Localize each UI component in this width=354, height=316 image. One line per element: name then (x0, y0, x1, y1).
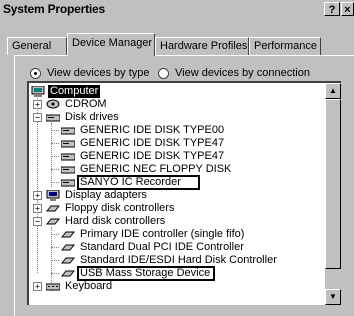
view-by-type-option[interactable]: View devices by type (30, 66, 150, 80)
tree-line (51, 260, 59, 262)
disk-drive-icon (46, 112, 60, 123)
tab-performance[interactable]: Performance (249, 37, 321, 55)
tree-line (51, 143, 59, 145)
view-by-connection-label: View devices by connection (175, 67, 310, 79)
tree-line (51, 234, 59, 236)
collapse-icon[interactable]: − (33, 217, 42, 226)
tab-device-manager[interactable]: Device Manager (67, 33, 155, 56)
controller-icon (61, 229, 75, 240)
tree-item-label: Display adapters (65, 189, 147, 201)
expand-icon[interactable]: + (33, 100, 42, 109)
cdrom-icon (46, 99, 60, 110)
tab-general[interactable]: General (7, 37, 67, 55)
disk-drive-icon (61, 177, 75, 188)
device-tree[interactable]: Computer + CDROM − Disk drives GENERIC I… (27, 81, 341, 305)
vertical-scrollbar[interactable]: ▲ ▼ (325, 83, 341, 305)
scroll-up-arrow-icon[interactable]: ▲ (325, 83, 341, 99)
disk-drive-icon (61, 138, 75, 149)
disk-drive-icon (61, 151, 75, 162)
tree-item-label: Hard disk controllers (65, 215, 166, 227)
tree-item-label: Standard Dual PCI IDE Controller (80, 241, 244, 253)
tree-item-controller[interactable]: Standard Dual PCI IDE Controller (61, 241, 246, 254)
window-title: System Properties (3, 2, 105, 16)
disk-drive-icon (61, 164, 75, 175)
scroll-down-arrow-icon[interactable]: ▼ (325, 289, 341, 305)
expand-icon[interactable]: + (33, 204, 42, 213)
tree-line (51, 182, 59, 184)
tree-item-disk[interactable]: GENERIC IDE DISK TYPE47 (61, 137, 226, 150)
radio-button[interactable] (30, 67, 41, 79)
disk-drive-icon (61, 125, 75, 136)
tree-root[interactable]: Computer (31, 85, 101, 98)
tree-item-disk-drives[interactable]: − Disk drives (33, 111, 121, 124)
controller-icon (61, 242, 75, 253)
tree-item-disk[interactable]: GENERIC IDE DISK TYPE00 (61, 124, 226, 137)
tree-item-display-adapters[interactable]: + Display adapters (33, 189, 149, 202)
tree-item-label: Keyboard (65, 280, 113, 292)
controller-icon (61, 255, 75, 266)
tree-item-label: Floppy disk controllers (65, 202, 175, 214)
collapse-icon[interactable]: − (33, 113, 42, 122)
tree-line (51, 130, 59, 132)
tree-item-label: Primary IDE controller (single fifo) (80, 228, 245, 240)
tree-line (51, 247, 59, 249)
tree-line (51, 169, 59, 171)
view-by-type-label: View devices by type (47, 67, 150, 79)
controller-icon (46, 203, 60, 214)
tree-line (51, 156, 59, 158)
highlight-box (77, 175, 200, 190)
title-bar: System Properties ? × (0, 0, 354, 19)
tree-item-hard-disk-controllers[interactable]: − Hard disk controllers (33, 215, 167, 228)
tree-item-label: GENERIC IDE DISK TYPE00 (80, 124, 225, 136)
controller-icon (61, 268, 75, 279)
scroll-thumb[interactable] (325, 99, 341, 269)
tree-item-floppy-controllers[interactable]: + Floppy disk controllers (33, 202, 176, 215)
help-button[interactable]: ? (324, 2, 340, 16)
tree-item-label: GENERIC IDE DISK TYPE47 (80, 150, 225, 162)
tree-line (51, 273, 59, 275)
close-button[interactable]: × (341, 2, 354, 16)
tree-item-disk[interactable]: GENERIC IDE DISK TYPE47 (61, 150, 226, 163)
tab-strip: General Device Manager Hardware Profiles… (7, 33, 346, 56)
tree-item-label: CDROM (65, 98, 107, 110)
tab-hardware-profiles[interactable]: Hardware Profiles (155, 37, 249, 55)
controller-icon (46, 216, 60, 227)
tree-item-cdrom[interactable]: + CDROM (33, 98, 109, 111)
highlight-box (77, 266, 215, 281)
tree-root-label: Computer (48, 85, 101, 98)
tree-item-label: GENERIC IDE DISK TYPE47 (80, 137, 225, 149)
tree-item-keyboard[interactable]: + Keyboard (33, 280, 114, 293)
tree-line (51, 123, 53, 187)
tree-item-controller[interactable]: Primary IDE controller (single fifo) (61, 228, 246, 241)
display-adapter-icon (46, 190, 60, 201)
tree-item-label: Disk drives (65, 111, 119, 123)
keyboard-icon (46, 281, 60, 292)
expand-icon[interactable]: + (33, 282, 42, 291)
radio-button[interactable] (158, 67, 169, 79)
expand-icon[interactable]: + (33, 191, 42, 200)
computer-icon (31, 86, 45, 97)
view-by-connection-option[interactable]: View devices by connection (158, 66, 310, 80)
